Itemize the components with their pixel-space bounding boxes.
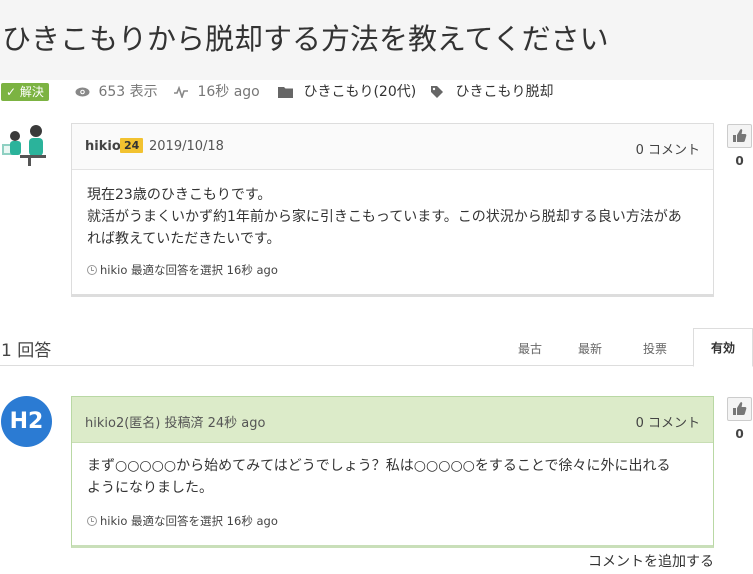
question-body-line: れば教えていただきたいです。 [87, 231, 281, 247]
question-author[interactable]: hikio [85, 139, 121, 154]
question-body-line: 就活がうまくいかず約1年前から家に引きこもっています。この状況から脱却する良い方… [87, 209, 682, 225]
question-footer-text: hikio 最適な回答を選択 16秒 ago [100, 263, 278, 277]
tab-oldest[interactable]: 最古 [518, 340, 542, 357]
answer-body: まず○○○○○から始めてみてはどうでしょう？私は○○○○○をすることで徐々に外に… [87, 455, 697, 499]
reputation-badge: 24 [120, 138, 144, 153]
answer-vote: 0 [727, 397, 752, 441]
people-illustration-icon [2, 125, 46, 166]
tag[interactable]: ひきこもり脱却 [431, 82, 553, 102]
question-card: hikio 24 2019/10/18 0 コメント 現在23歳のひきこもりです… [71, 123, 714, 297]
question-upvote-button[interactable] [727, 124, 752, 148]
views-count: 653 表示 [98, 84, 158, 100]
views: 653 表示 [75, 82, 158, 102]
clock-icon [87, 516, 97, 526]
answer-author-avatar[interactable]: H2 [1, 396, 52, 447]
question-card-header: hikio 24 2019/10/18 0 コメント [72, 124, 713, 170]
answer-footer: hikio 最適な回答を選択 16秒 ago [87, 513, 278, 529]
tag-icon [431, 86, 443, 98]
question-footer: hikio 最適な回答を選択 16秒 ago [87, 262, 278, 278]
answer-author-info: hikio2(匿名) 投稿済 24秒 ago [85, 416, 266, 431]
add-comment-link[interactable]: コメントを追加する [588, 551, 714, 571]
answer-vote-count: 0 [735, 427, 744, 441]
answer-card: hikio2(匿名) 投稿済 24秒 ago 0 コメント まず○○○○○から始… [71, 396, 714, 548]
activity-time: 16秒 ago [197, 84, 260, 100]
solved-badge: ✓ 解決 [1, 83, 49, 101]
answer-body-line: ようになりました。 [87, 480, 213, 496]
question-author-avatar[interactable] [0, 122, 52, 168]
question-body-line: 現在23歳のひきこもりです。 [87, 187, 272, 203]
answer-upvote-button[interactable] [727, 397, 752, 421]
title-bar: ひきこもりから脱却する方法を教えてください [0, 0, 753, 80]
tag-link[interactable]: ひきこもり脱却 [455, 84, 553, 100]
question-body: 現在23歳のひきこもりです。 就活がうまくいかず約1年前から家に引きこもっていま… [87, 184, 697, 250]
category[interactable]: ひきこもり(20代) [278, 82, 416, 102]
eye-icon [75, 87, 90, 97]
clock-icon [87, 265, 97, 275]
answer-comment-count[interactable]: 0 コメント [636, 412, 700, 431]
page-title: ひきこもりから脱却する方法を教えてください [2, 22, 609, 56]
folder-icon [278, 87, 293, 98]
category-link[interactable]: ひきこもり(20代) [303, 84, 416, 100]
tab-votes[interactable]: 投票 [643, 340, 667, 357]
question-vote-count: 0 [735, 154, 744, 168]
thumbs-up-icon [733, 129, 747, 142]
answers-bar: 1 回答 最古 最新 投票 有効 [0, 328, 753, 367]
thumbs-up-icon [733, 402, 747, 415]
answers-count: 1 回答 [1, 341, 52, 361]
answer-body-line: まず○○○○○から始めてみてはどうでしょう？私は○○○○○をすることで徐々に外に… [87, 458, 671, 474]
tab-active[interactable]: 有効 [693, 328, 753, 367]
question-comment-count[interactable]: 0 コメント [636, 139, 700, 158]
question-date: 2019/10/18 [149, 139, 224, 154]
answer-footer-text: hikio 最適な回答を選択 16秒 ago [100, 514, 278, 528]
activity-icon [174, 86, 188, 98]
answer-card-header: hikio2(匿名) 投稿済 24秒 ago 0 コメント [72, 397, 713, 443]
tab-newest[interactable]: 最新 [578, 340, 602, 357]
question-vote: 0 [727, 124, 752, 168]
activity: 16秒 ago [174, 82, 260, 102]
question-meta: ✓ 解決 653 表示 16秒 ago ひきこもり(20代) ひきこもり脱却 [0, 82, 753, 102]
